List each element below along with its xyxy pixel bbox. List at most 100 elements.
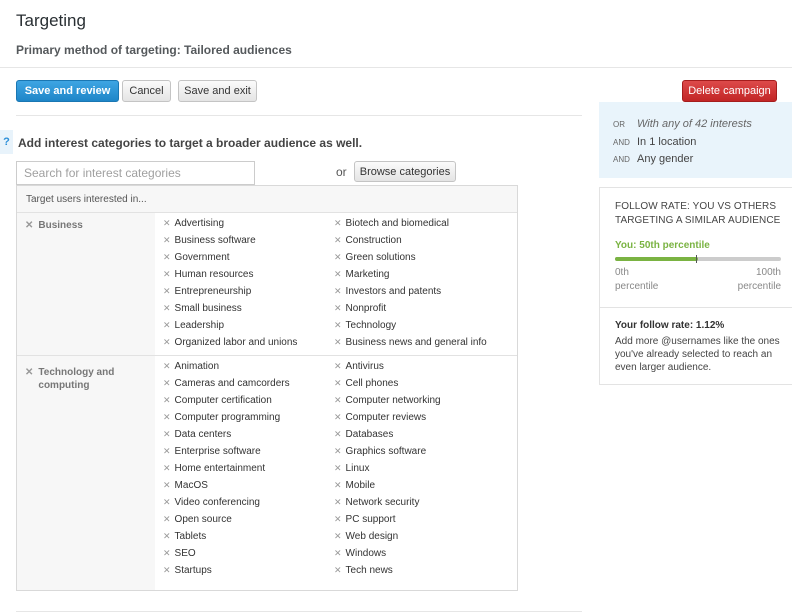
delete-campaign-button[interactable]: Delete campaign [682,80,777,102]
interest-item[interactable]: ✕ Business software [163,232,256,249]
interest-label: Video conferencing [174,497,260,508]
interest-item[interactable]: ✕ Human resources [163,266,253,283]
remove-icon[interactable]: ✕ [334,514,342,524]
interest-item[interactable]: ✕ Biotech and biomedical [334,215,449,232]
remove-icon[interactable]: ✕ [334,303,342,313]
interest-item[interactable]: ✕ Government [163,249,230,266]
remove-icon[interactable]: ✕ [163,412,171,422]
interest-item[interactable]: ✕ Graphics software [334,443,426,460]
remove-icon[interactable]: ✕ [163,337,171,347]
remove-icon[interactable]: ✕ [334,378,342,388]
remove-icon[interactable]: ✕ [163,497,171,507]
interest-item[interactable]: ✕ Windows [334,545,386,562]
remove-icon[interactable]: ✕ [334,320,342,330]
interest-item[interactable]: ✕ Computer reviews [334,409,426,426]
interest-item[interactable]: ✕ Tablets [163,528,206,545]
interest-item[interactable]: ✕ Data centers [163,426,231,443]
remove-icon[interactable]: ✕ [163,378,171,388]
interest-item[interactable]: ✕ Mobile [334,477,375,494]
cancel-button[interactable]: Cancel [122,80,171,102]
remove-icon[interactable]: ✕ [163,303,171,313]
interest-item[interactable]: ✕ Home entertainment [163,460,265,477]
category-technology-and-computing[interactable]: ✕ Technology and computing [25,366,124,392]
summary-conjunction: OR [613,120,625,129]
category-business[interactable]: ✕ Business [25,219,124,232]
interest-item[interactable]: ✕ Startups [163,562,212,579]
remove-icon[interactable]: ✕ [163,429,171,439]
interest-label: Computer reviews [345,412,427,423]
interest-item[interactable]: ✕ Investors and patents [334,283,441,300]
interest-item[interactable]: ✕ Linux [334,460,369,477]
interest-item[interactable]: ✕ Open source [163,511,232,528]
remove-icon[interactable]: ✕ [334,480,342,490]
remove-icon[interactable]: ✕ [334,361,342,371]
interest-item[interactable]: ✕ Animation [163,358,219,375]
interest-item[interactable]: ✕ Video conferencing [163,494,260,511]
interest-item[interactable]: ✕ Databases [334,426,393,443]
interest-item[interactable]: ✕ Enterprise software [163,443,261,460]
interest-item[interactable]: ✕ Green solutions [334,249,416,266]
save-and-exit-button[interactable]: Save and exit [178,80,257,102]
remove-icon[interactable]: ✕ [163,286,171,296]
remove-icon[interactable]: ✕ [163,235,171,245]
remove-icon[interactable]: ✕ [163,252,171,262]
interest-item[interactable]: ✕ MacOS [163,477,208,494]
remove-icon[interactable]: ✕ [163,395,171,405]
remove-icon[interactable]: ✕ [163,361,171,371]
interest-search-input[interactable] [16,161,255,185]
interest-item[interactable]: ✕ PC support [334,511,396,528]
interest-item[interactable]: ✕ Small business [163,300,242,317]
interest-label: Web design [345,531,399,542]
interest-item[interactable]: ✕ Antivirus [334,358,384,375]
remove-icon[interactable]: ✕ [334,286,342,296]
interest-item[interactable]: ✕ Leadership [163,317,224,334]
interest-item[interactable]: ✕ Cameras and camcorders [163,375,290,392]
interest-item[interactable]: ✕ Tech news [334,562,393,579]
interest-item[interactable]: ✕ Computer programming [163,409,280,426]
remove-icon[interactable]: ✕ [163,218,171,228]
remove-icon[interactable]: ✕ [163,548,171,558]
interest-item[interactable]: ✕ Entrepreneurship [163,283,251,300]
remove-icon[interactable]: ✕ [334,412,342,422]
remove-icon[interactable]: ✕ [163,565,171,575]
interest-item[interactable]: ✕ Nonprofit [334,300,386,317]
interest-item[interactable]: ✕ Marketing [334,266,389,283]
help-icon[interactable]: ? [0,130,13,154]
interest-item[interactable]: ✕ Cell phones [334,375,398,392]
interest-item[interactable]: ✕ Network security [334,494,419,511]
remove-icon[interactable]: ✕ [163,480,171,490]
remove-icon[interactable]: ✕ [334,531,342,541]
interest-item[interactable]: ✕ Advertising [163,215,224,232]
remove-icon[interactable]: ✕ [163,531,171,541]
interest-item[interactable]: ✕ Construction [334,232,402,249]
remove-icon[interactable]: ✕ [334,497,342,507]
remove-icon[interactable]: ✕ [334,548,342,558]
save-and-review-button[interactable]: Save and review [16,80,119,102]
remove-icon[interactable]: ✕ [334,252,342,262]
interest-item[interactable]: ✕ Technology [334,317,396,334]
remove-icon[interactable]: ✕ [163,320,171,330]
remove-icon[interactable]: ✕ [163,269,171,279]
interest-item[interactable]: ✕ Computer certification [163,392,272,409]
remove-icon[interactable]: ✕ [163,446,171,456]
interest-item[interactable]: ✕ Business news and general info [334,334,487,351]
remove-icon[interactable]: ✕ [334,395,342,405]
remove-icon[interactable]: ✕ [334,337,342,347]
browse-categories-button[interactable]: Browse categories [354,161,456,182]
remove-icon[interactable]: ✕ [334,463,342,473]
interest-item[interactable]: ✕ Computer networking [334,392,441,409]
remove-icon[interactable]: ✕ [334,269,342,279]
interest-item[interactable]: ✕ SEO [163,545,196,562]
remove-icon[interactable]: ✕ [25,367,33,378]
interest-item[interactable]: ✕ Organized labor and unions [163,334,297,351]
remove-icon[interactable]: ✕ [163,463,171,473]
interest-item[interactable]: ✕ Web design [334,528,398,545]
remove-icon[interactable]: ✕ [334,446,342,456]
remove-icon[interactable]: ✕ [334,565,342,575]
remove-icon[interactable]: ✕ [334,235,342,245]
remove-icon[interactable]: ✕ [163,514,171,524]
remove-icon[interactable]: ✕ [25,220,33,231]
remove-icon[interactable]: ✕ [334,218,342,228]
remove-icon[interactable]: ✕ [334,429,342,439]
interest-label: Computer certification [174,395,272,406]
